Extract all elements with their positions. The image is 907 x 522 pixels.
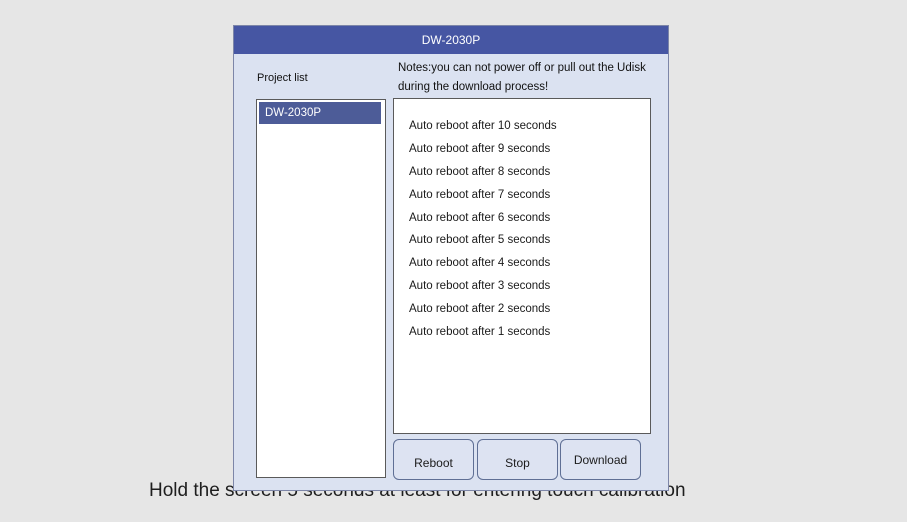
log-line: Auto reboot after 4 seconds xyxy=(409,257,551,270)
project-list-item[interactable]: DW-2030P xyxy=(259,102,381,124)
stop-button-label: Stop xyxy=(505,455,530,470)
download-dialog: DW-2030P Project list Notes:you can not … xyxy=(233,25,669,491)
reboot-button-label: Reboot xyxy=(414,455,453,470)
project-list-label: Project list xyxy=(257,72,308,84)
reboot-button[interactable]: Reboot xyxy=(393,439,474,480)
dialog-title: DW-2030P xyxy=(421,33,481,47)
log-line: Auto reboot after 9 seconds xyxy=(409,142,551,155)
stop-button[interactable]: Stop xyxy=(477,439,558,480)
log-line: Auto reboot after 2 seconds xyxy=(409,303,551,316)
log-line: Auto reboot after 10 seconds xyxy=(409,120,557,132)
download-log: Auto reboot after 10 seconds Auto reboot… xyxy=(393,98,651,434)
log-line: Auto reboot after 1 seconds xyxy=(409,326,551,339)
log-line: Auto reboot after 5 seconds xyxy=(409,234,551,247)
log-list: Auto reboot after 10 seconds Auto reboot… xyxy=(394,99,650,344)
download-button[interactable]: Download xyxy=(560,439,641,480)
download-button-label: Download xyxy=(573,452,628,467)
download-notes: Notes:you can not power off or pull out … xyxy=(398,62,646,93)
log-line: Auto reboot after 7 seconds xyxy=(409,188,551,201)
log-line: Auto reboot after 3 seconds xyxy=(409,280,551,293)
dialog-titlebar: DW-2030P xyxy=(234,26,668,54)
log-line: Auto reboot after 8 seconds xyxy=(409,165,551,178)
project-list[interactable]: DW-2030P xyxy=(256,99,386,478)
log-line: Auto reboot after 6 seconds xyxy=(409,211,551,224)
